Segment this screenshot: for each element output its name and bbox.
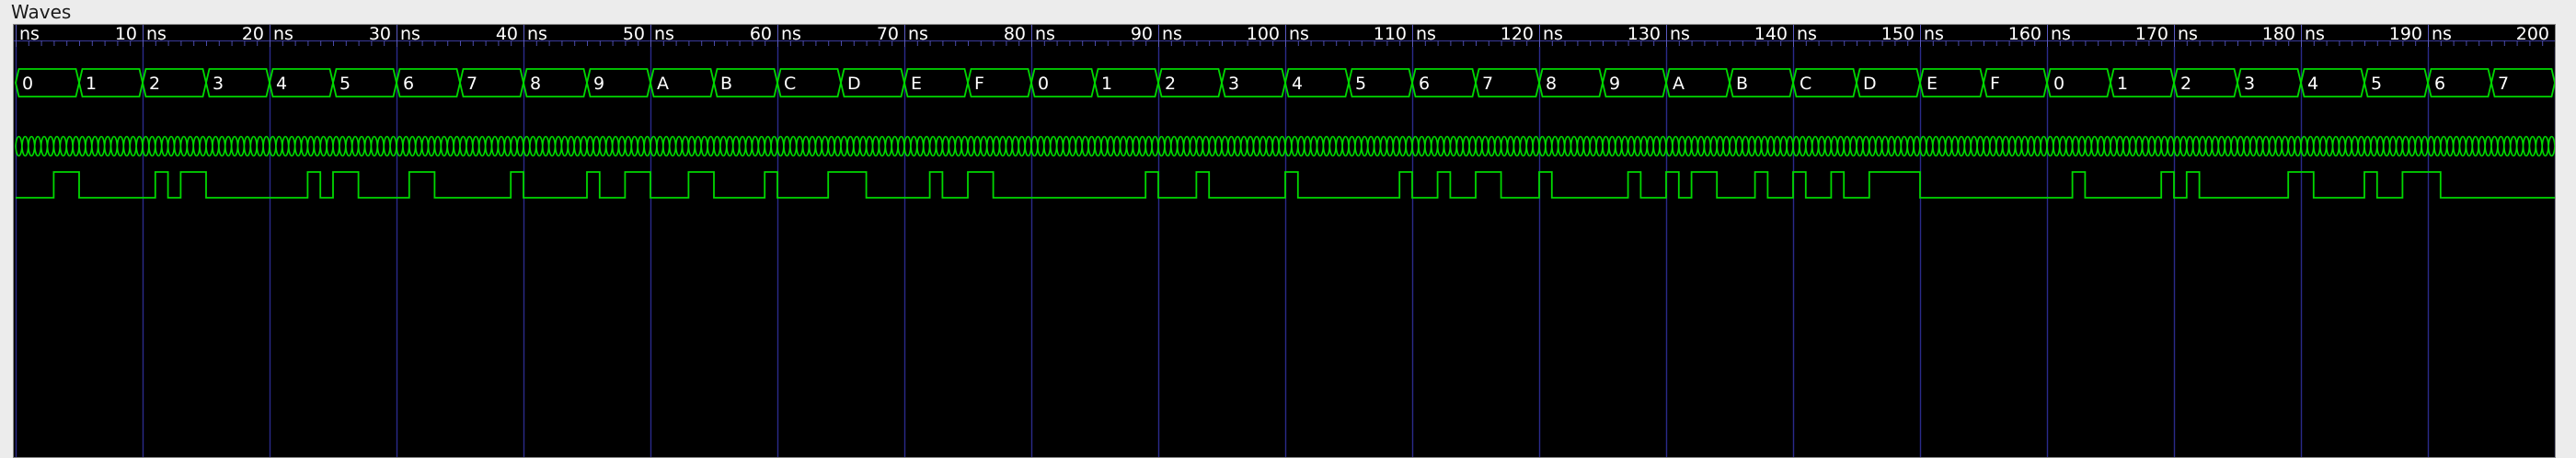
bus-value-label: A [1673,74,1685,94]
ruler-unit-label: ns [1670,25,1690,44]
ruler-unit-label: ns [1162,25,1182,44]
bus-value-label: 8 [530,74,541,94]
waves-panel-title: Waves [11,1,72,23]
bus-value-label: E [911,74,922,94]
ruler-unit-label: ns [146,25,167,44]
ruler-time-label: 20 [242,25,264,44]
waveform-viewer[interactable]: 0ns10ns20ns30ns40ns50ns60ns70ns80ns90ns1… [13,24,2556,458]
bus-value-label: B [1736,74,1748,94]
bus-value-label: C [784,74,796,94]
bus-value-label: 5 [2371,74,2382,94]
bus-value-label: 3 [1228,74,1239,94]
ruler-time-label: 140 [1754,25,1788,44]
ruler-unit-label: ns [400,25,420,44]
bus-value-label: 2 [2180,74,2191,94]
ruler-time-label: 200 [2516,25,2549,44]
ruler-time-label: 40 [496,25,518,44]
ruler-time-label: 10 [115,25,137,44]
ruler-time-label: 50 [623,25,645,44]
ruler-unit-label: ns [1797,25,1817,44]
bus-value-label: 6 [2434,74,2445,94]
ruler-unit-label: ns [2305,25,2325,44]
ruler-time-label: 180 [2262,25,2295,44]
ruler-time-label: 130 [1627,25,1661,44]
bus-value-label: 4 [1292,74,1303,94]
bus-value-label: 4 [2307,74,2318,94]
bus-value-label: 3 [2244,74,2255,94]
ruler-time-label: 70 [877,25,899,44]
bus-value-label: 8 [1546,74,1557,94]
ruler-time-label: 110 [1374,25,1407,44]
bus-value-label: 0 [2053,74,2064,94]
ruler-time-label: 120 [1501,25,1534,44]
bus-value-label: 5 [339,74,351,94]
ruler-unit-label: ns [1035,25,1055,44]
ruler-time-label: 90 [1131,25,1153,44]
bus-value-label: 4 [276,74,287,94]
bus-value-label: 7 [466,74,477,94]
bus-value-label: 7 [1482,74,1493,94]
bus-value-label: 9 [593,74,604,94]
ruler-unit-label: ns [273,25,293,44]
right-panel-edge [2556,24,2576,458]
bus-value-label: 1 [2117,74,2128,94]
bus-value-label: F [974,74,984,94]
bus-value-label: B [720,74,732,94]
ruler-unit-label: ns [527,25,547,44]
bus-value-label: F [1990,74,2000,94]
ruler-unit-label: ns [654,25,674,44]
ruler-time-label: 170 [2135,25,2168,44]
ruler-unit-label: ns [19,25,40,44]
bus-value-label: D [1863,74,1877,94]
ruler-time-label: 100 [1247,25,1280,44]
bus-value-label: E [1926,74,1938,94]
bus-value-label: 6 [1419,74,1430,94]
bus-value-label: 2 [1165,74,1176,94]
bus-value-label: 0 [22,74,33,94]
ruler-time-label: 160 [2008,25,2041,44]
ruler-time-label: 190 [2389,25,2422,44]
bus-value-label: 3 [213,74,224,94]
ruler-unit-label: ns [1289,25,1309,44]
ruler-unit-label: ns [908,25,928,44]
ruler-unit-label: ns [2178,25,2198,44]
ruler-time-label: 30 [369,25,391,44]
bus-value-label: D [847,74,861,94]
bus-value-label: 5 [1355,74,1366,94]
bus-value-label: 0 [1038,74,1049,94]
ruler-time-label: 60 [750,25,772,44]
ruler-unit-label: ns [781,25,801,44]
ruler-unit-label: ns [1543,25,1563,44]
ruler-unit-label: ns [2432,25,2452,44]
time-ruler[interactable]: 0ns10ns20ns30ns40ns50ns60ns70ns80ns90ns1… [14,25,2556,47]
bus-value-label: 9 [1609,74,1620,94]
time-grid [15,47,2555,457]
bus-value-label: A [657,74,669,94]
ruler-unit-label: ns [1416,25,1436,44]
ruler-time-label: 80 [1004,25,1026,44]
bus-value-label: 1 [86,74,97,94]
ruler-time-label: 150 [1881,25,1915,44]
ruler-unit-label: ns [1924,25,1944,44]
bus-value-label: 2 [149,74,160,94]
bus-value-label: C [1800,74,1811,94]
ruler-unit-label: ns [2051,25,2071,44]
bus-value-label: 6 [403,74,414,94]
waveform-canvas[interactable]: 0ns10ns20ns30ns40ns50ns60ns70ns80ns90ns1… [14,25,2556,458]
bus-value-label: 1 [1101,74,1112,94]
bus-value-label: 7 [2498,74,2509,94]
